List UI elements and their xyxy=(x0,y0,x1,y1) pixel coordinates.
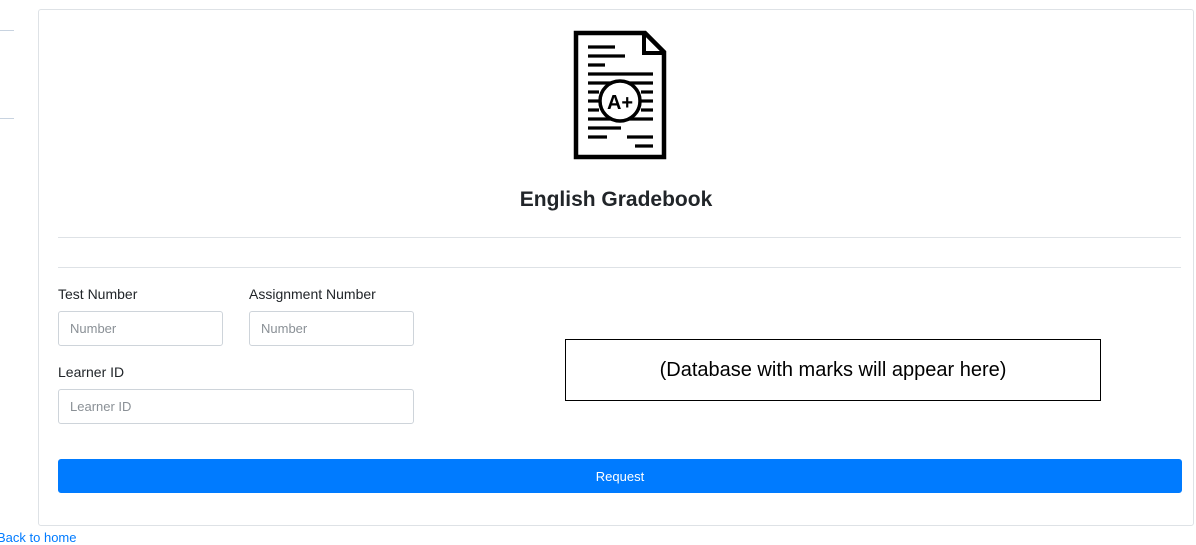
results-placeholder: (Database with marks will appear here) xyxy=(565,339,1101,401)
graded-document-svg: A+ xyxy=(573,30,667,160)
request-button[interactable]: Request xyxy=(58,459,1182,493)
back-to-home-label: Back to home xyxy=(0,530,77,545)
test-number-input[interactable] xyxy=(58,311,223,346)
assignment-number-input[interactable] xyxy=(249,311,414,346)
test-number-label: Test Number xyxy=(58,286,138,302)
graded-document-icon: A+ xyxy=(571,30,667,162)
divider xyxy=(58,267,1181,268)
gradebook-card: A+ English Gradebook Test Number Assignm… xyxy=(38,9,1194,526)
left-rail xyxy=(0,0,18,140)
back-to-home-link[interactable]: Back to home xyxy=(0,530,77,545)
learner-id-input[interactable] xyxy=(58,389,414,424)
rail-divider xyxy=(0,30,14,31)
divider xyxy=(58,237,1181,238)
grade-mark: A+ xyxy=(607,92,633,114)
assignment-number-label: Assignment Number xyxy=(249,286,376,302)
page-title: English Gradebook xyxy=(519,188,713,211)
learner-id-label: Learner ID xyxy=(58,364,125,380)
rail-divider xyxy=(0,118,14,119)
